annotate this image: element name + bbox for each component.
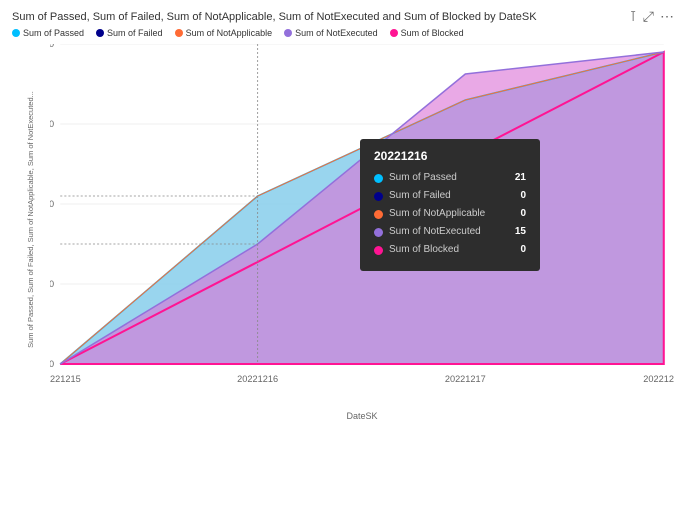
legend-item-passed: Sum of Passed <box>12 28 84 38</box>
chart-title: Sum of Passed, Sum of Failed, Sum of Not… <box>12 10 674 24</box>
legend-item-notapplicable: Sum of NotApplicable <box>175 28 273 38</box>
legend-label-notapplicable: Sum of NotApplicable <box>186 28 273 38</box>
svg-text:0: 0 <box>50 359 54 369</box>
legend-label-passed: Sum of Passed <box>23 28 84 38</box>
expand-icon[interactable]: ⤢ <box>643 8 654 25</box>
chart-container: ⊺ ⤢ ⋯ Sum of Passed, Sum of Failed, Sum … <box>0 0 686 514</box>
legend-dot-notexecuted <box>284 29 292 37</box>
svg-text:20221215: 20221215 <box>50 374 81 384</box>
legend-dot-blocked <box>390 29 398 37</box>
chart-inner: 0 10 20 30 40 20221215 20221216 20221217… <box>50 44 674 394</box>
svg-text:20221218: 20221218 <box>643 374 674 384</box>
legend: Sum of Passed Sum of Failed Sum of NotAp… <box>12 28 674 38</box>
legend-label-blocked: Sum of Blocked <box>401 28 464 38</box>
svg-text:20: 20 <box>50 199 54 209</box>
svg-text:20221217: 20221217 <box>445 374 486 384</box>
legend-item-notexecuted: Sum of NotExecuted <box>284 28 378 38</box>
legend-item-blocked: Sum of Blocked <box>390 28 464 38</box>
svg-text:30: 30 <box>50 119 54 129</box>
legend-label-failed: Sum of Failed <box>107 28 163 38</box>
toolbar: ⊺ ⤢ ⋯ <box>630 8 675 25</box>
x-axis-label: DateSK <box>346 411 377 421</box>
filter-icon[interactable]: ⊺ <box>630 8 637 25</box>
svg-text:20221216: 20221216 <box>237 374 278 384</box>
legend-dot-failed <box>96 29 104 37</box>
svg-text:40: 40 <box>50 44 54 49</box>
legend-item-failed: Sum of Failed <box>96 28 163 38</box>
legend-label-notexecuted: Sum of NotExecuted <box>295 28 378 38</box>
more-icon[interactable]: ⋯ <box>660 8 674 25</box>
legend-dot-notapplicable <box>175 29 183 37</box>
chart-area: Sum of Passed, Sum of Failed, Sum of Not… <box>12 44 674 424</box>
y-axis-label: Sum of Passed, Sum of Failed, Sum of Not… <box>26 91 35 348</box>
svg-text:10: 10 <box>50 279 54 289</box>
main-chart-svg: 0 10 20 30 40 20221215 20221216 20221217… <box>50 44 674 394</box>
legend-dot-passed <box>12 29 20 37</box>
